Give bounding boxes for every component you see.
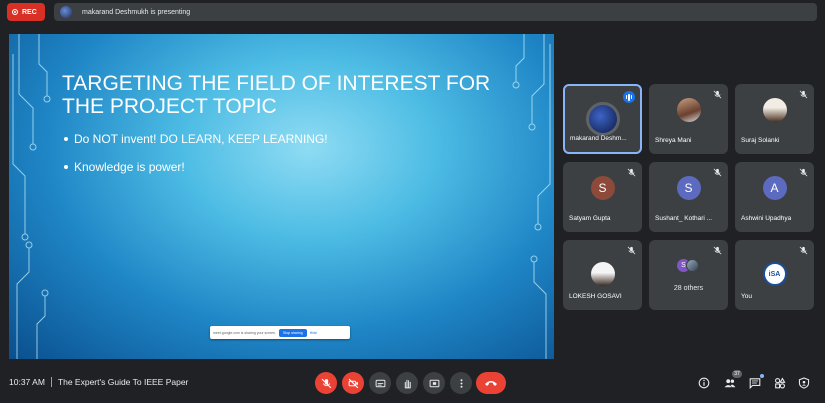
participant-avatar [585,102,620,136]
raise-hand-button[interactable] [396,372,418,394]
participant-avatar [676,98,701,122]
bullet-text: Knowledge is power! [74,160,185,174]
presenter-avatar [60,6,72,18]
shared-screen: TARGETING THE FIELD OF INTEREST FOR THE … [9,34,554,359]
meeting-info-button[interactable] [696,375,712,391]
mic-off-icon [713,168,722,177]
participant-tile[interactable]: Shreya Mani [649,84,728,154]
present-icon [429,379,439,387]
bullet-dot-icon [64,137,68,141]
people-count-badge: 37 [732,370,742,378]
mic-off-icon [627,246,636,255]
record-dot-icon [12,9,18,15]
screen-share-notice: meet.google.com is sharing your screen. … [210,326,350,339]
end-call-icon [485,381,497,386]
others-tile[interactable]: S 28 others [649,240,728,310]
meeting-details: 10:37 AM The Expert's Guide To IEEE Pape… [9,377,188,387]
chat-button[interactable] [747,374,764,391]
participant-name: You [741,293,752,300]
meet-window: REC makarand Deshmukh is presenting TARG… [0,0,825,403]
chat-icon [749,378,761,389]
host-controls-button[interactable] [796,375,812,391]
host-controls-icon [798,377,810,389]
participant-tile[interactable]: Suraj Solanki [735,84,814,154]
meeting-title: The Expert's Guide To IEEE Paper [57,377,189,387]
hide-button[interactable]: Hide [310,331,317,335]
speaking-indicator-icon [623,91,635,103]
mic-off-icon [799,90,808,99]
others-avatar-2 [686,259,699,272]
slide-bullet: Do NOT invent! DO LEARN, KEEP LEARNING! [64,132,328,146]
participant-name: Ashwini Upadhya [741,215,792,222]
circuit-decoration-left [12,34,51,359]
bullet-dot-icon [64,165,68,169]
participant-initial-avatar: S [676,176,701,200]
participant-avatar [590,262,615,286]
participant-name: makarand Deshm... [570,135,627,142]
participant-tile[interactable]: LOKESH GOSAVI [563,240,642,310]
mic-toggle-button[interactable] [315,372,337,394]
more-options-button[interactable] [450,372,472,394]
more-options-icon [460,378,462,388]
participant-tile[interactable]: S Satyam Gupta [563,162,642,232]
raise-hand-icon [404,379,411,388]
mic-off-icon [713,246,722,255]
presenting-bar[interactable]: makarand Deshmukh is presenting [54,3,817,21]
captions-button[interactable] [369,372,391,394]
stop-sharing-button[interactable]: Stop sharing [279,328,307,337]
share-notice-text: meet.google.com is sharing your screen. [213,330,277,335]
activities-button[interactable] [772,375,788,391]
participant-tile[interactable]: A Ashwini Upadhya [735,162,814,232]
slide-bullet: Knowledge is power! [64,160,185,174]
divider [50,377,52,387]
participant-initial-avatar: A [762,176,787,200]
clock-time: 10:37 AM [9,377,45,387]
end-call-button[interactable] [476,372,506,394]
mic-off-icon [799,168,808,177]
recording-indicator[interactable]: REC [7,3,45,21]
participant-initial-avatar: S [590,176,615,200]
participant-name: Satyam Gupta [569,215,611,222]
participant-name: Shreya Mani [655,137,692,144]
participant-avatar [762,98,787,122]
participant-name: Suraj Solanki [741,137,780,144]
camera-off-icon [348,378,358,388]
bullet-text: Do NOT invent! DO LEARN, KEEP LEARNING! [74,132,328,146]
unread-dot [760,374,764,378]
captions-icon [375,379,385,387]
slide-title: TARGETING THE FIELD OF INTEREST FOR THE … [62,72,491,118]
isa-logo: iSA [762,262,787,286]
presenting-text: makarand Deshmukh is presenting [82,8,191,16]
participant-name: Sushant_ Kothari ... [655,215,713,222]
recording-label: REC [22,8,37,16]
participant-tile[interactable]: S Sushant_ Kothari ... [649,162,728,232]
participant-tile[interactable]: makarand Deshm... [563,84,642,154]
mic-off-icon [627,168,636,177]
mic-off-icon [799,246,808,255]
people-button[interactable]: 37 [722,370,742,391]
mic-off-icon [321,378,331,388]
present-button[interactable] [423,372,445,394]
self-tile[interactable]: iSA You [735,240,814,310]
activities-icon [775,377,786,389]
people-icon [724,379,736,388]
info-icon [698,377,710,389]
others-count-label: 28 others [673,285,704,292]
mic-off-icon [713,90,722,99]
camera-toggle-button[interactable] [342,372,364,394]
participant-name: LOKESH GOSAVI [569,293,622,300]
